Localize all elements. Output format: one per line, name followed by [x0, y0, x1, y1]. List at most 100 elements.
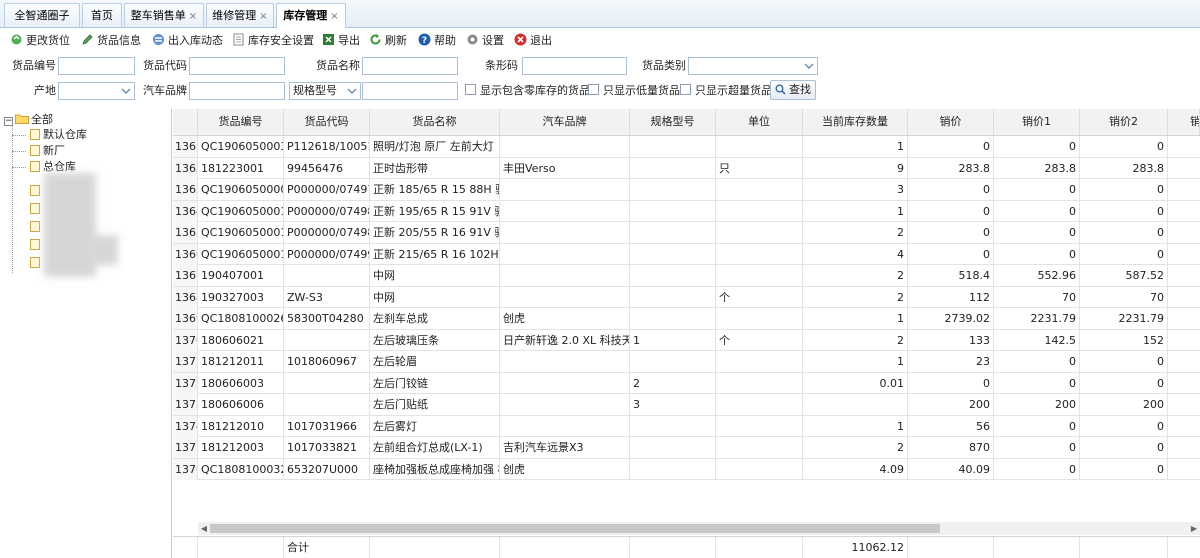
table-row[interactable]: 13741812120101017031966左后雾灯15600 [173, 415, 1200, 437]
tree-node-redacted[interactable] [30, 255, 43, 271]
barcode-input[interactable] [522, 57, 627, 75]
table-row[interactable]: 136218122300199456476正时齿形带丰田Verso只9283.8… [173, 157, 1200, 179]
goods-info-button[interactable]: 货品信息 [81, 33, 141, 49]
table-row[interactable]: 13711812120111018060967左后轮眉12300 [173, 351, 1200, 373]
spec-input[interactable] [362, 82, 458, 100]
chevron-down-icon [121, 88, 131, 94]
table-row[interactable]: 1366QC1906050001P000000/07499正新 215/65 R… [173, 243, 1200, 265]
close-icon[interactable]: × [189, 11, 197, 22]
scroll-left-icon[interactable]: ◀ [198, 522, 210, 535]
tab-vehicle-sales[interactable]: 整车销售单 × [124, 3, 204, 27]
search-icon [775, 84, 786, 95]
origin-select[interactable] [58, 82, 135, 100]
goods-code-input[interactable] [189, 57, 285, 75]
row-number-cell: 1365 [173, 222, 198, 243]
zero-stock-checkbox[interactable]: 显示包含零库存的货品 [465, 82, 590, 100]
table-row[interactable]: 1369QC180810002658300T04280左刹车总成创虎 12739.… [173, 308, 1200, 330]
scroll-right-icon[interactable]: ▶ [1188, 522, 1200, 535]
low-stock-checkbox[interactable]: 只显示低量货品 [588, 82, 680, 100]
row-number-cell: 1373 [173, 394, 198, 415]
column-header[interactable]: 销 [1168, 109, 1200, 135]
car-brand-cell: 丰田Verso [500, 157, 630, 179]
tab-inventory-management[interactable]: 库存管理 × [276, 3, 346, 28]
exit-button[interactable]: 退出 [514, 33, 552, 49]
close-icon[interactable]: × [330, 11, 338, 22]
help-label: 帮助 [434, 34, 456, 47]
car-brand-input[interactable] [189, 82, 285, 100]
column-header[interactable]: 货品代码 [284, 109, 370, 135]
excel-icon [323, 34, 334, 45]
scrollbar-thumb[interactable] [210, 524, 940, 533]
table-row[interactable]: 1372180606003左后门铰链20.01000 [173, 372, 1200, 394]
column-header[interactable]: 规格型号 [630, 109, 716, 135]
column-header[interactable]: 销价1 [994, 109, 1080, 135]
goods-no-input[interactable] [58, 57, 135, 75]
price-cell: 112 [908, 286, 994, 308]
column-header[interactable]: 销价2 [1080, 109, 1168, 135]
tree-node-new-factory[interactable]: 新厂 [30, 143, 65, 159]
category-select[interactable] [688, 57, 818, 75]
table-row[interactable]: 1376QC1808100032653207U000座椅加强板总成座椅加强 板创… [173, 458, 1200, 480]
tab-repair-management[interactable]: 维修管理 × [206, 3, 274, 27]
spec-field-select[interactable]: 规格型号 [289, 82, 361, 100]
checkbox-box[interactable] [588, 84, 599, 95]
column-header[interactable]: 单位 [716, 109, 803, 135]
export-button[interactable]: 导出 [322, 33, 360, 49]
column-header[interactable]: 当前库存数量 [803, 109, 908, 135]
in-out-records-button[interactable]: 出入库动态 [152, 33, 223, 49]
stock-qty-cell: 1 [803, 200, 908, 222]
price1-cell: 0 [994, 351, 1080, 372]
row-number-cell: 1370 [173, 329, 198, 351]
stock-safety-button[interactable]: 库存安全设置 [232, 33, 314, 49]
tree-node-default-warehouse[interactable]: 默认仓库 [30, 127, 87, 143]
table-row[interactable]: 1370180606021左后玻璃压条日产新轩逸 2.0 XL 科技天窗1个21… [173, 329, 1200, 351]
goods-name-cell: 中网 [370, 286, 500, 308]
tree-node-redacted[interactable] [30, 183, 43, 199]
table-row[interactable]: 13751812120031017033821左前组合灯总成(LX-1)吉利汽车… [173, 437, 1200, 459]
category-label: 货品类别 [642, 59, 686, 72]
over-stock-checkbox[interactable]: 只显示超量货品 [680, 82, 772, 100]
table-row[interactable]: 1364QC1906050001P000000/07498正新 195/65 R… [173, 200, 1200, 222]
spec-cell [630, 437, 716, 458]
change-location-button[interactable]: 更改货位 [10, 33, 70, 49]
price2-cell: 0 [1080, 415, 1168, 437]
table-row[interactable]: 1361QC1906050003P112618/10051照明/灯泡 原厂 左前… [173, 136, 1200, 158]
refresh-button[interactable]: 刷新 [369, 33, 407, 49]
table-row[interactable]: 1365QC1906050001P000000/07498正新 205/55 R… [173, 222, 1200, 244]
checkbox-box[interactable] [465, 84, 476, 95]
table-row[interactable]: 1368190327003ZW-S3中网个21127070 [173, 286, 1200, 308]
stock-qty-cell: 4 [803, 243, 908, 265]
search-button-label: 查找 [789, 83, 811, 96]
goods-code-cell [284, 265, 370, 286]
search-button[interactable]: 查找 [770, 80, 816, 100]
price-cell: 283.8 [908, 157, 994, 179]
unit-cell [716, 308, 803, 329]
unit-cell: 个 [716, 329, 803, 351]
tree-node-redacted[interactable] [30, 219, 43, 235]
column-header[interactable]: 货品编号 [198, 109, 284, 135]
tab-quanzhitong-circle[interactable]: 全智通圈子 [4, 3, 80, 27]
column-header[interactable]: 汽车品牌 [500, 109, 630, 135]
horizontal-scrollbar[interactable]: ◀ ▶ [198, 522, 1200, 535]
column-header[interactable]: 销价 [908, 109, 994, 135]
tree-node-redacted[interactable] [30, 201, 43, 217]
goods-no-cell: 190407001 [198, 265, 284, 286]
table-row[interactable]: 1373180606006左后门贴纸3200200200 [173, 394, 1200, 416]
price-cell: 0 [908, 200, 994, 222]
goods-name-input[interactable] [362, 57, 458, 75]
file-icon [30, 129, 40, 140]
goods-code-cell: 99456476 [284, 157, 370, 179]
price-cell: 0 [908, 136, 994, 157]
table-row[interactable]: 1367190407001 中网 2518.4552.96587.52 [173, 265, 1200, 287]
exit-label: 退出 [530, 34, 552, 47]
tree-node-redacted[interactable] [30, 237, 43, 253]
help-button[interactable]: ? 帮助 [418, 33, 456, 49]
price1-cell: 0 [994, 372, 1080, 394]
column-header[interactable]: 货品名称 [370, 109, 500, 135]
close-icon[interactable]: × [259, 11, 267, 22]
settings-button[interactable]: 设置 [466, 33, 504, 49]
unit-cell [716, 222, 803, 243]
checkbox-box[interactable] [680, 84, 691, 95]
tab-home[interactable]: 首页 [82, 3, 122, 27]
table-row[interactable]: 1363QC1906050000P000000/07497正新 185/65 R… [173, 179, 1200, 201]
